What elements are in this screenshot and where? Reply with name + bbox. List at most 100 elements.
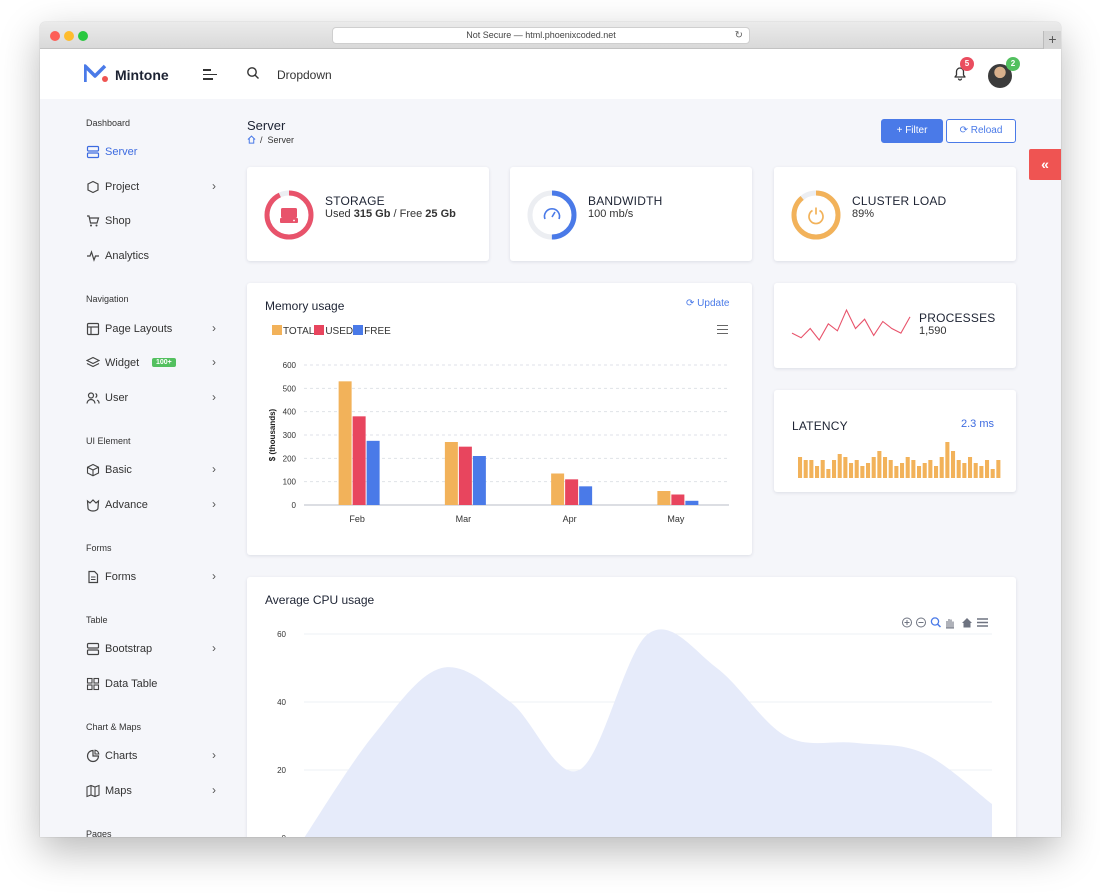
cluster-load-title: CLUSTER LOAD — [852, 194, 947, 208]
x-tick-label: Apr — [563, 514, 577, 524]
sidebar-heading: Chart & Maps — [86, 722, 142, 732]
browser-chrome: Not Secure — html.phoenixcoded.net ↻ + — [40, 22, 1061, 49]
latency-bar — [934, 466, 939, 478]
collapse-panel-icon[interactable]: « — [1029, 149, 1061, 180]
minimize-window-button[interactable] — [64, 31, 74, 41]
zoom-window-button[interactable] — [78, 31, 88, 41]
x-tick-label: Mar — [456, 514, 472, 524]
latency-bar — [888, 460, 893, 478]
bar-free-apr[interactable] — [579, 486, 593, 505]
y-tick-label: 300 — [283, 431, 297, 440]
latency-bar — [843, 457, 848, 478]
sidebar-item-user[interactable]: User › — [86, 389, 216, 409]
latency-bar — [979, 466, 984, 478]
latency-bar — [939, 457, 944, 478]
bar-free-feb[interactable] — [366, 440, 380, 505]
home-icon[interactable] — [247, 135, 256, 144]
bar-total-may[interactable] — [657, 491, 671, 505]
bar-used-may[interactable] — [671, 494, 685, 506]
new-count-badge: 100+ — [152, 358, 176, 367]
latency-bar — [985, 460, 990, 478]
address-bar[interactable]: Not Secure — html.phoenixcoded.net ↻ — [332, 27, 750, 44]
bar-used-apr[interactable] — [565, 479, 579, 505]
cpu-area-chart: 0 20 40 60 — [277, 629, 992, 837]
update-link[interactable]: ⟳ Update — [686, 298, 729, 309]
new-tab-button[interactable]: + — [1043, 31, 1061, 49]
bar-free-may[interactable] — [685, 500, 699, 505]
reload-button[interactable]: ⟳ Reload — [946, 119, 1016, 143]
y-tick-label: 400 — [283, 408, 297, 417]
bar-used-mar[interactable] — [458, 446, 472, 505]
chart-menu-icon[interactable] — [717, 325, 728, 335]
y-tick-label: 0 — [282, 834, 287, 837]
memory-usage-title: Memory usage — [265, 299, 345, 313]
bar-total-mar[interactable] — [444, 442, 458, 505]
breadcrumb-current[interactable]: Server — [268, 135, 295, 145]
latency-bar — [866, 463, 871, 478]
storage-free-label: / Free — [393, 208, 423, 220]
sidebar-item-analytics[interactable]: Analytics — [86, 247, 216, 267]
latency-bar — [996, 460, 1001, 478]
sidebar-item-server[interactable]: Server — [86, 143, 216, 163]
dropdown-menu-link[interactable]: Dropdown — [277, 68, 332, 82]
filter-button[interactable]: + Filter — [881, 119, 943, 143]
sidebar-heading: Table — [86, 615, 108, 625]
cpu-usage-card: Average CPU usage 0 20 40 60 — [247, 577, 1016, 837]
legend-item-total[interactable]: TOTAL — [272, 325, 314, 337]
sidebar-item-maps[interactable]: Maps › — [86, 782, 216, 802]
file-icon — [88, 570, 99, 584]
bar-total-apr[interactable] — [551, 473, 565, 506]
latency-value: 2.3 ms — [961, 418, 995, 430]
latency-bar — [962, 463, 967, 478]
bandwidth-title: BANDWIDTH — [588, 194, 663, 208]
plus-icon: + — [896, 125, 906, 136]
search-icon[interactable] — [246, 66, 260, 80]
chevron-right-icon: › — [212, 497, 216, 511]
breadcrumb-separator: / — [260, 135, 268, 145]
latency-bar — [871, 457, 876, 478]
sidebar-item-widget[interactable]: Widget 100+ › — [86, 354, 216, 374]
y-tick-label: 40 — [277, 698, 286, 707]
latency-bar — [928, 460, 933, 478]
bar-free-mar[interactable] — [472, 456, 486, 505]
sidebar-item-basic[interactable]: Basic › — [86, 461, 216, 481]
sidebar-item-charts[interactable]: Charts › — [86, 747, 216, 767]
box-icon — [86, 463, 100, 477]
latency-card: LATENCY 2.3 ms — [774, 390, 1016, 492]
close-window-button[interactable] — [50, 31, 60, 41]
sidebar-item-page-layouts[interactable]: Page Layouts › — [86, 320, 216, 340]
browser-reload-icon[interactable]: ↻ — [735, 28, 743, 43]
sidebar-item-label: Charts — [105, 750, 138, 762]
legend-item-free[interactable]: FREE — [353, 325, 391, 337]
storage-card: STORAGE Used 315 Gb / Free 25 Gb — [247, 167, 489, 261]
sidebar-item-project[interactable]: Project › — [86, 178, 216, 198]
mintone-logo — [84, 64, 108, 82]
notification-count-badge: 5 — [960, 57, 974, 71]
memory-bar-chart: 0 100 200 300 400 500 600 $ (thousands) Feb Mar Ap… — [268, 361, 729, 524]
latency-bar-sparkline — [798, 442, 1001, 478]
sidebar-item-bootstrap[interactable]: Bootstrap › — [86, 640, 216, 660]
sidebar-item-data-table[interactable]: Data Table — [86, 675, 216, 695]
sidebar-item-forms[interactable]: Forms › — [86, 568, 216, 588]
chevron-right-icon: › — [212, 355, 216, 369]
sidebar-item-shop[interactable]: Shop — [86, 212, 216, 232]
page-title: Server — [247, 118, 286, 133]
cart-icon — [87, 215, 100, 227]
sidebar-heading: UI Element — [86, 436, 131, 446]
latency-bar — [911, 460, 916, 478]
sidebar-item-advance[interactable]: Advance › — [86, 496, 216, 516]
sidebar-heading: Navigation — [86, 294, 129, 304]
project-icon — [87, 180, 99, 194]
bandwidth-card: BANDWIDTH 100 mb/s — [510, 167, 752, 261]
cpu-area-series — [304, 629, 992, 837]
bar-total-feb[interactable] — [338, 381, 352, 505]
latency-bar — [803, 460, 808, 478]
latency-bar — [877, 451, 882, 478]
sidebar-item-label: Shop — [105, 215, 131, 227]
bar-used-feb[interactable] — [352, 416, 366, 505]
menu-toggle-icon[interactable] — [203, 69, 217, 81]
topbar: Mintone Dropdown 5 2 — [40, 49, 1061, 99]
sidebar-heading: Forms — [86, 543, 112, 553]
sidebar-item-label: Advance — [105, 499, 148, 511]
legend-item-used[interactable]: USED — [314, 325, 353, 337]
